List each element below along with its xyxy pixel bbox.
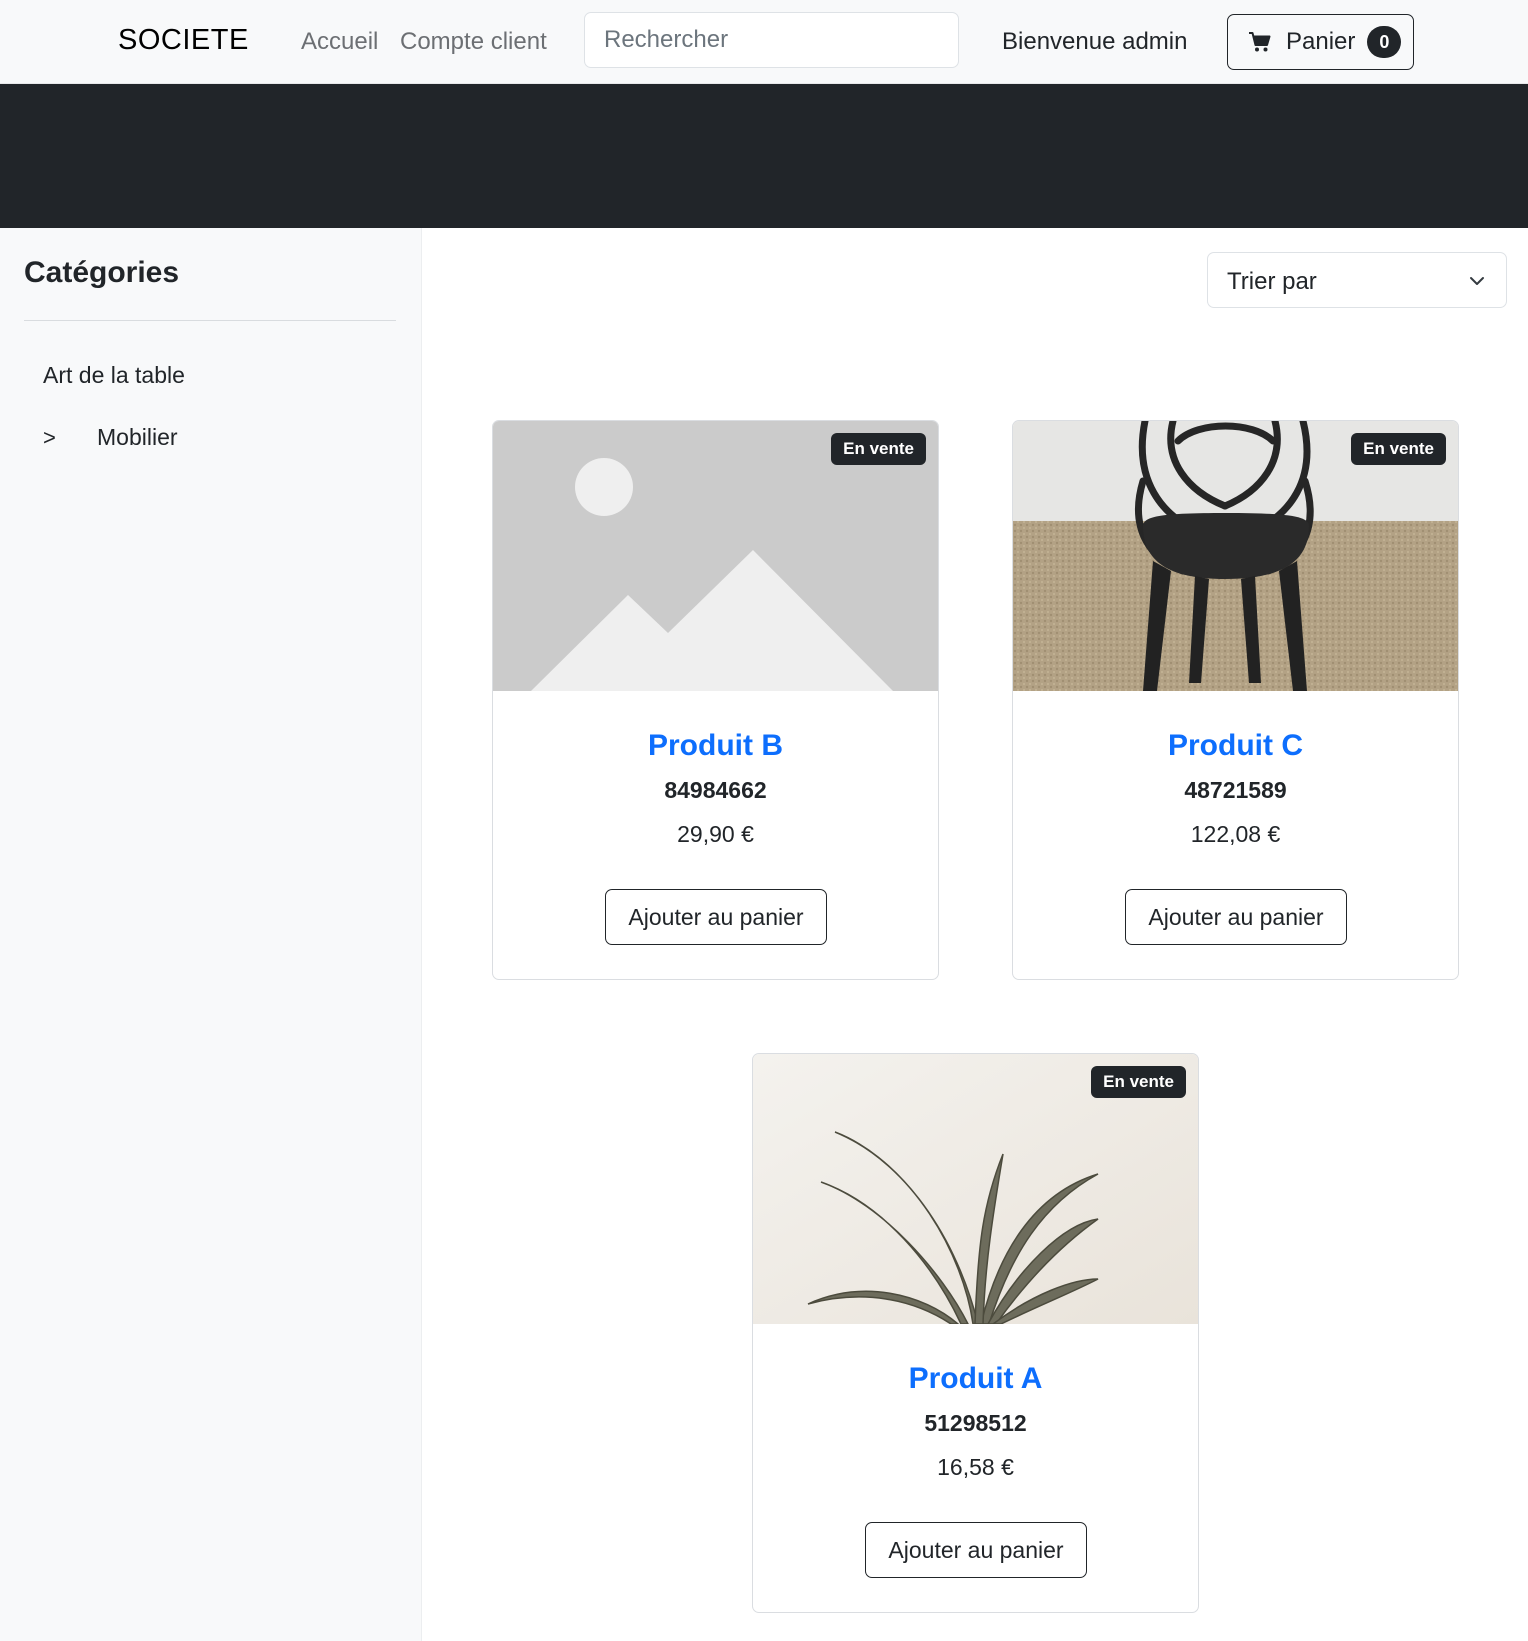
product-card: En vente Produit C 48721589 122,08 € Ajo… [1012, 420, 1459, 980]
sort-label: Trier par [1227, 268, 1317, 295]
product-title[interactable]: Produit B [493, 729, 938, 763]
add-to-cart-button[interactable]: Ajouter au panier [605, 889, 827, 945]
product-reference: 48721589 [1184, 777, 1287, 803]
sidebar-divider [24, 320, 396, 321]
product-reference: 51298512 [924, 1410, 1027, 1436]
status-badge: En vente [831, 433, 926, 465]
cart-count-badge: 0 [1367, 26, 1402, 58]
nav-link-compte-client[interactable]: Compte client [400, 28, 547, 56]
cart-icon [1248, 30, 1272, 54]
status-badge: En vente [1091, 1066, 1186, 1098]
product-price: 29,90 € [677, 821, 754, 847]
product-card: En vente Produit B 84984662 29,90 € Ajou… [492, 420, 939, 980]
sidebar-title: Catégories [24, 256, 180, 289]
brand-logo[interactable]: SOCIETE [118, 24, 249, 57]
nav-link-accueil[interactable]: Accueil [301, 28, 378, 56]
product-card: En vente Produit A 51298512 16,58 € Ajou… [752, 1053, 1199, 1613]
product-title[interactable]: Produit C [1013, 729, 1458, 763]
search-input[interactable] [584, 12, 959, 68]
welcome-text: Bienvenue admin [1002, 28, 1188, 55]
product-price: 16,58 € [937, 1454, 1014, 1480]
cart-label: Panier [1286, 28, 1356, 55]
cart-button[interactable]: Panier 0 [1227, 14, 1414, 70]
add-to-cart-button[interactable]: Ajouter au panier [865, 1522, 1087, 1578]
add-to-cart-button[interactable]: Ajouter au panier [1125, 889, 1347, 945]
hero-banner [0, 84, 1528, 228]
product-reference: 84984662 [664, 777, 767, 803]
sidebar: Catégories Art de la table > Mobilier [0, 228, 422, 1641]
product-title[interactable]: Produit A [753, 1362, 1198, 1396]
subcategory-marker: > [43, 425, 56, 450]
status-badge: En vente [1351, 433, 1446, 465]
sidebar-item-art-de-la-table[interactable]: Art de la table [43, 362, 185, 389]
product-price: 122,08 € [1190, 821, 1281, 847]
sort-select[interactable]: Trier par [1207, 252, 1507, 308]
chevron-down-icon [1470, 277, 1484, 285]
sidebar-item-mobilier[interactable]: Mobilier [97, 424, 178, 451]
navbar: SOCIETE Accueil Compte client Bienvenue … [0, 0, 1528, 84]
